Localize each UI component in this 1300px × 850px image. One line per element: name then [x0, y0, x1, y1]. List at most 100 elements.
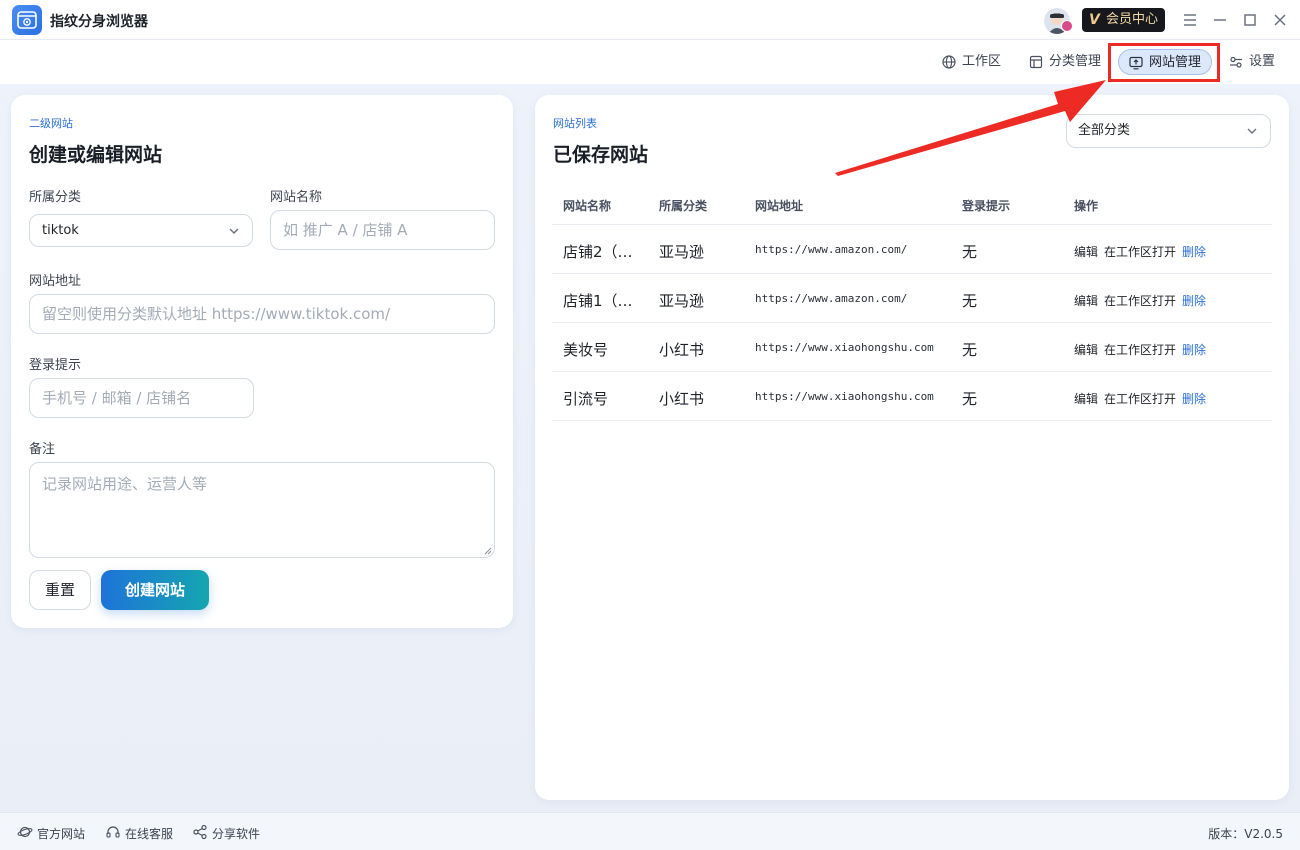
nav-category-label: 分类管理	[1049, 54, 1102, 69]
resize-grip-icon[interactable]	[484, 547, 492, 555]
official-website-label: 官方网站	[37, 827, 86, 841]
cell-category: 亚马逊	[659, 292, 705, 310]
category-label: 所属分类	[29, 190, 82, 205]
open-in-workspace-link[interactable]: 在工作区打开	[1104, 292, 1176, 309]
reset-button[interactable]: 重置	[29, 570, 91, 610]
top-nav: 工作区 分类管理 网站管理 设置	[0, 40, 1300, 84]
cell-login-hint: 无	[962, 390, 978, 408]
vip-center-button[interactable]: V 会员中心	[1082, 8, 1165, 32]
table-row: 店铺1（… 亚马逊 https://www.amazon.com/ 无 编辑 在…	[552, 274, 1272, 323]
form-title: 创建或编辑网站	[29, 144, 163, 166]
nav-workspace-label: 工作区	[962, 54, 1002, 69]
cell-site-name: 店铺2（…	[563, 243, 633, 261]
cell-login-hint: 无	[962, 292, 978, 310]
cell-url: https://www.amazon.com/	[755, 243, 908, 256]
nav-workspace[interactable]: 工作区	[942, 49, 1001, 75]
category-filter-select[interactable]: 全部分类	[1066, 114, 1271, 148]
chevron-down-icon	[229, 228, 239, 234]
online-service-link[interactable]: 在线客服	[105, 825, 173, 842]
cell-category: 小红书	[659, 341, 705, 359]
cell-category: 小红书	[659, 390, 705, 408]
table-row: 引流号 小红书 https://www.xiaohongshu.com 无 编辑…	[552, 372, 1272, 421]
cell-login-hint: 无	[962, 243, 978, 261]
website-form-panel: 二级网站 创建或编辑网站 所属分类 tiktok 网站名称 如 推广 A / 店…	[11, 95, 513, 628]
site-url-placeholder: 留空则使用分类默认地址 https://www.tiktok.com/	[42, 305, 391, 323]
site-url-input[interactable]: 留空则使用分类默认地址 https://www.tiktok.com/	[29, 294, 495, 334]
note-textarea[interactable]: 记录网站用途、运营人等	[29, 462, 495, 558]
category-value: tiktok	[42, 223, 79, 238]
delete-link[interactable]: 删除	[1182, 341, 1206, 358]
nav-settings[interactable]: 设置	[1229, 49, 1275, 75]
close-icon[interactable]	[1271, 11, 1289, 29]
version-label: 版本：V2.0.5	[1208, 827, 1283, 841]
website-table: 网站名称 所属分类 网站地址 登录提示 操作 店铺2（… 亚马逊 https:/…	[552, 183, 1272, 421]
form-eyebrow: 二级网站	[29, 117, 73, 130]
website-list-panel: 网站列表 已保存网站 全部分类 网站名称 所属分类 网站地址 登录提示 操作 店…	[535, 95, 1289, 800]
minimize-icon[interactable]	[1211, 11, 1229, 29]
edit-link[interactable]: 编辑	[1074, 390, 1098, 407]
globe-icon	[942, 55, 956, 69]
site-name-input[interactable]: 如 推广 A / 店铺 A	[270, 210, 495, 250]
app-title: 指纹分身浏览器	[50, 14, 148, 30]
cell-site-name: 美妆号	[563, 341, 609, 359]
annotation-highlight-box	[1108, 43, 1220, 82]
edit-link[interactable]: 编辑	[1074, 341, 1098, 358]
share-icon	[193, 824, 207, 840]
headset-icon	[106, 826, 120, 838]
menu-icon[interactable]	[1181, 11, 1199, 29]
column-header-actions: 操作	[1074, 199, 1099, 213]
layout-icon	[1029, 55, 1043, 69]
note-placeholder: 记录网站用途、运营人等	[42, 475, 208, 493]
table-row: 美妆号 小红书 https://www.xiaohongshu.com 无 编辑…	[552, 323, 1272, 372]
share-software-link[interactable]: 分享软件	[192, 824, 261, 842]
delete-link[interactable]: 删除	[1182, 292, 1206, 309]
footer-bar: 官方网站 在线客服 分享软件 版本：V2.0.5	[0, 812, 1300, 850]
column-header-name: 网站名称	[563, 199, 612, 213]
vip-center-label: 会员中心	[1106, 12, 1159, 27]
column-header-url: 网站地址	[755, 199, 804, 213]
vip-icon: V	[1089, 12, 1100, 28]
login-hint-label: 登录提示	[29, 358, 82, 373]
list-title: 已保存网站	[553, 144, 649, 166]
table-header: 网站名称 所属分类 网站地址 登录提示 操作	[552, 183, 1272, 225]
nav-settings-label: 设置	[1249, 54, 1276, 69]
maximize-icon[interactable]	[1241, 11, 1259, 29]
sliders-icon	[1230, 56, 1242, 68]
edit-link[interactable]: 编辑	[1074, 292, 1098, 309]
create-website-button[interactable]: 创建网站	[101, 570, 209, 610]
official-website-link[interactable]: 官方网站	[17, 825, 85, 842]
title-bar: 指纹分身浏览器 V 会员中心	[0, 0, 1300, 40]
login-hint-input[interactable]: 手机号 / 邮箱 / 店铺名	[29, 378, 254, 418]
delete-link[interactable]: 删除	[1182, 243, 1206, 260]
category-select[interactable]: tiktok	[29, 214, 253, 247]
site-name-placeholder: 如 推广 A / 店铺 A	[283, 221, 408, 239]
nav-category-management[interactable]: 分类管理	[1029, 49, 1101, 75]
chevron-down-icon	[1247, 128, 1257, 134]
cell-login-hint: 无	[962, 341, 978, 359]
site-url-label: 网站地址	[29, 274, 82, 289]
site-name-label: 网站名称	[270, 190, 323, 205]
cell-url: https://www.xiaohongshu.com	[755, 390, 934, 403]
cell-site-name: 店铺1（…	[563, 292, 633, 310]
cell-url: https://www.amazon.com/	[755, 292, 908, 305]
cell-category: 亚马逊	[659, 243, 705, 261]
table-row: 店铺2（… 亚马逊 https://www.amazon.com/ 无 编辑 在…	[552, 225, 1272, 274]
column-header-category: 所属分类	[659, 199, 708, 213]
share-software-label: 分享软件	[212, 827, 261, 841]
login-hint-placeholder: 手机号 / 邮箱 / 店铺名	[42, 389, 192, 407]
cell-url: https://www.xiaohongshu.com	[755, 341, 934, 354]
column-header-login-hint: 登录提示	[962, 199, 1011, 213]
app-logo-icon	[12, 5, 42, 35]
open-in-workspace-link[interactable]: 在工作区打开	[1104, 243, 1176, 260]
avatar-badge	[1061, 20, 1073, 32]
delete-link[interactable]: 删除	[1182, 390, 1206, 407]
edit-link[interactable]: 编辑	[1074, 243, 1098, 260]
open-in-workspace-link[interactable]: 在工作区打开	[1104, 341, 1176, 358]
online-service-label: 在线客服	[125, 827, 174, 841]
list-eyebrow: 网站列表	[553, 117, 597, 130]
category-filter-value: 全部分类	[1078, 123, 1131, 138]
open-in-workspace-link[interactable]: 在工作区打开	[1104, 390, 1176, 407]
note-label: 备注	[29, 442, 56, 457]
planet-icon	[17, 826, 33, 838]
cell-site-name: 引流号	[563, 390, 609, 408]
